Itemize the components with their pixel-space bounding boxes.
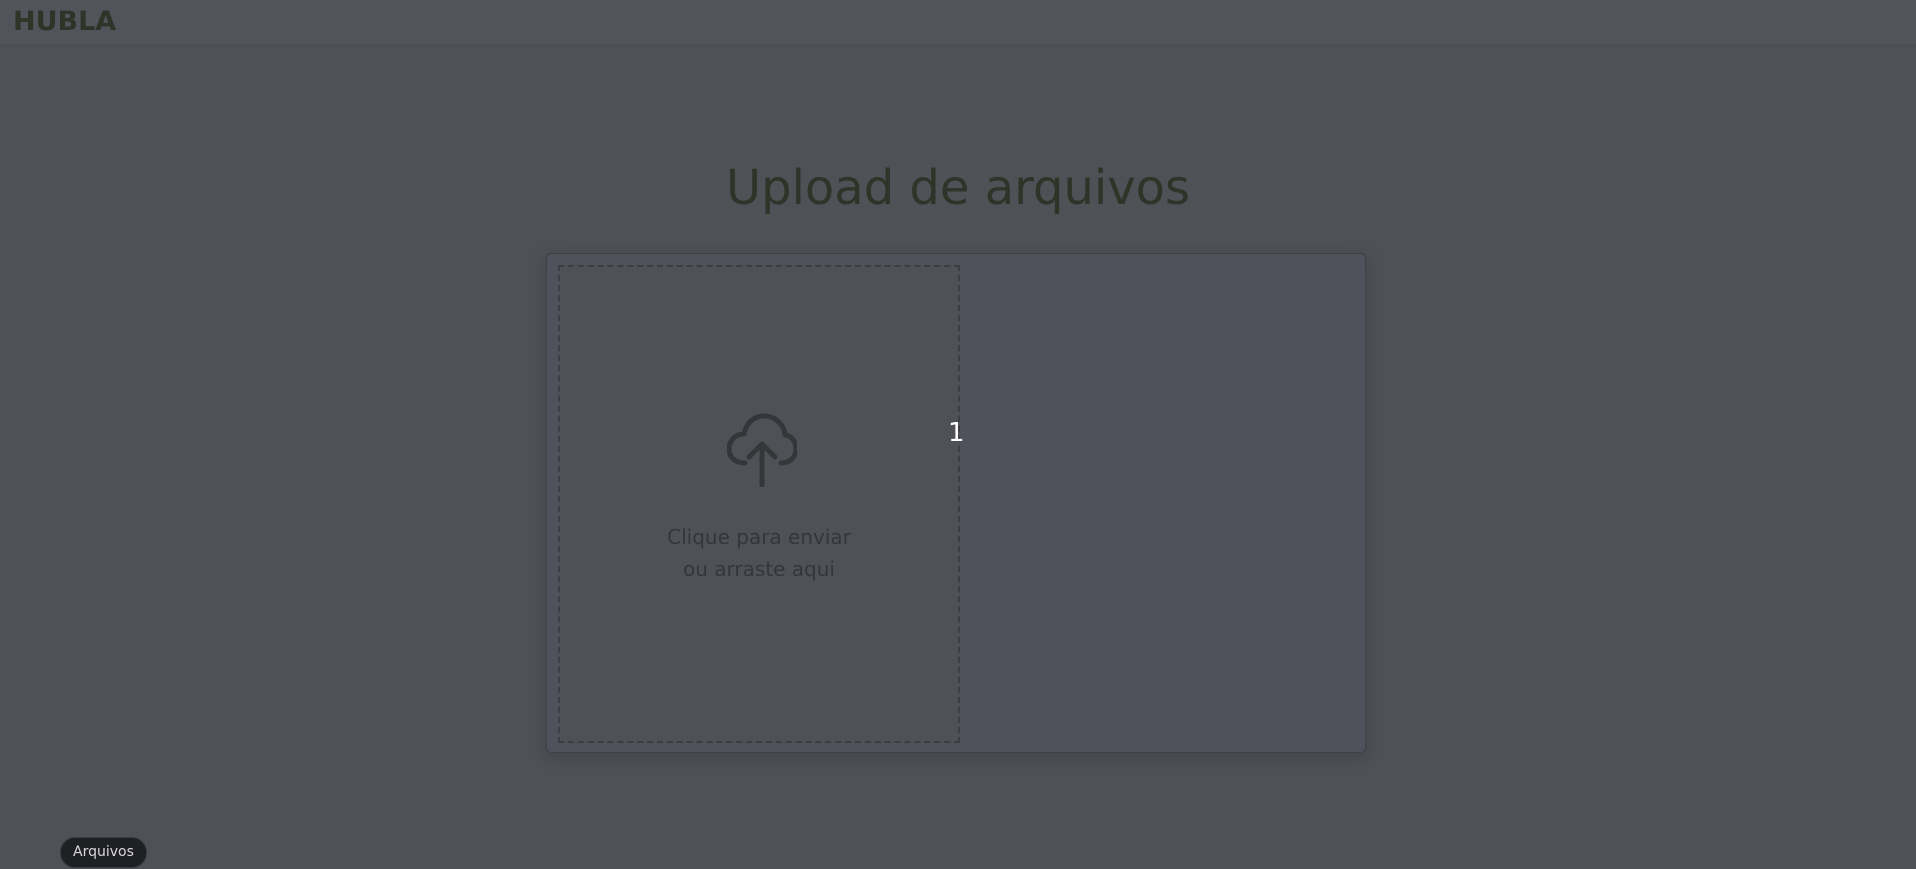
logo[interactable]: HUBLA [13, 6, 116, 37]
top-bar: HUBLA [0, 0, 1916, 44]
cloud-upload-icon [727, 413, 797, 487]
page: HUBLA Upload de arquivos Clique para env… [0, 0, 1916, 869]
page-marker: 1 [948, 418, 965, 448]
dropzone-hint-line1: Clique para enviar [667, 525, 851, 549]
page-title: Upload de arquivos [725, 160, 1190, 216]
dropzone-hint: Clique para enviar ou arraste aqui [560, 521, 958, 585]
files-tab-button[interactable]: Arquivos [60, 837, 147, 868]
dropzone-hint-line2: ou arraste aqui [683, 557, 835, 581]
upload-panel: Clique para enviar ou arraste aqui [546, 253, 1366, 753]
file-dropzone[interactable]: Clique para enviar ou arraste aqui [558, 265, 960, 743]
